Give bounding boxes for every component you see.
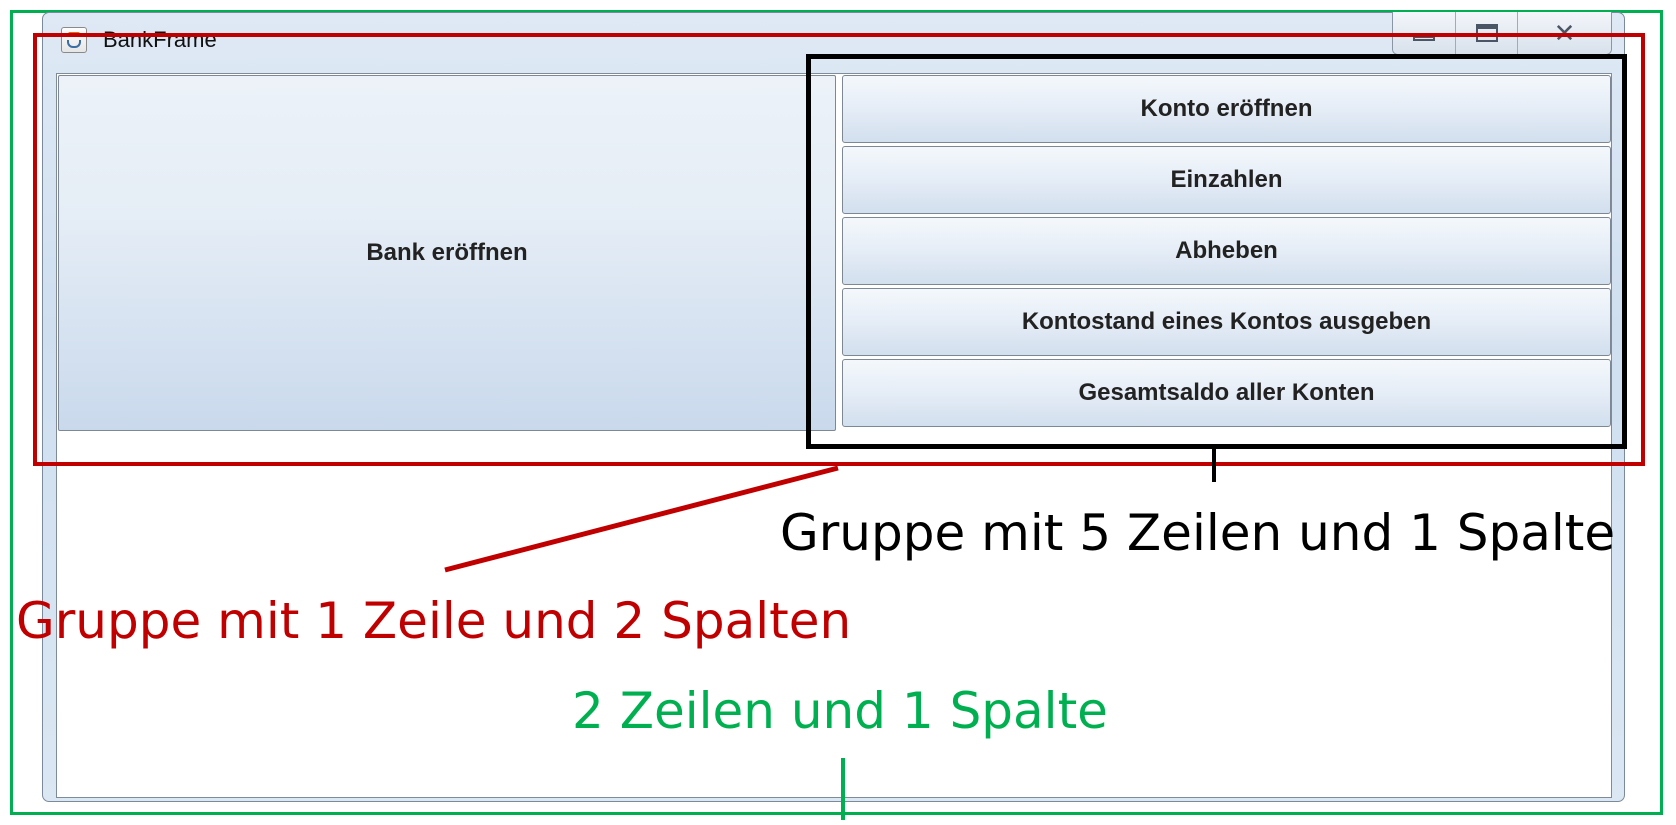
black-annotation-box <box>806 54 1627 449</box>
black-annotation-label: Gruppe mit 5 Zeilen und 1 Spalte <box>780 504 1616 562</box>
green-annotation-pointer <box>841 758 845 820</box>
green-annotation-label: 2 Zeilen und 1 Spalte <box>572 682 1108 740</box>
red-annotation-label: Gruppe mit 1 Zeile und 2 Spalten <box>16 592 852 650</box>
black-annotation-pointer <box>1212 449 1216 482</box>
